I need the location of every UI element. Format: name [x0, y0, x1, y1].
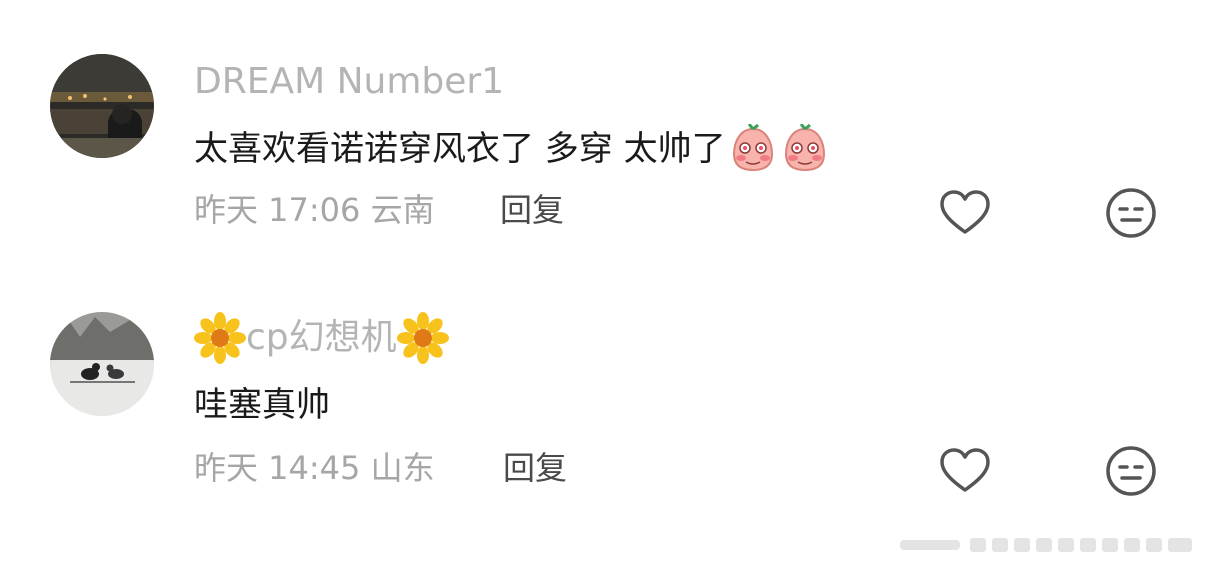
comment-meta: 昨天 17:06 云南 [194, 191, 435, 229]
dislike-face-icon[interactable] [1104, 444, 1158, 498]
sunflower-icon [396, 312, 449, 364]
username-text: DREAM Number1 [194, 61, 505, 102]
reply-button[interactable]: 回复 [503, 452, 567, 484]
sunflower-icon [194, 312, 246, 364]
comment-text: 太喜欢看诺诺穿风衣了 多穿 太帅了 [194, 129, 726, 169]
username[interactable]: cp幻想机 [194, 312, 449, 364]
comment-meta: 昨天 14:45 山东 [194, 449, 435, 487]
like-heart-icon[interactable] [938, 186, 992, 240]
username[interactable]: DREAM Number1 [194, 64, 504, 100]
like-heart-icon[interactable] [938, 444, 992, 498]
avatar[interactable] [50, 54, 154, 158]
username-text: cp幻想机 [246, 317, 397, 358]
dislike-face-icon[interactable] [1104, 186, 1158, 240]
comment-text: 哇塞真帅 [194, 385, 330, 425]
reply-button[interactable]: 回复 [500, 194, 564, 226]
comment-content: 太喜欢看诺诺穿风衣了 多穿 太帅了 [194, 124, 830, 174]
comment-content: 哇塞真帅 [194, 388, 330, 422]
blushing-pink-sticker-icon [728, 124, 778, 174]
blushing-pink-sticker-icon [780, 124, 830, 174]
watermark [900, 530, 1200, 560]
avatar[interactable] [50, 312, 154, 416]
